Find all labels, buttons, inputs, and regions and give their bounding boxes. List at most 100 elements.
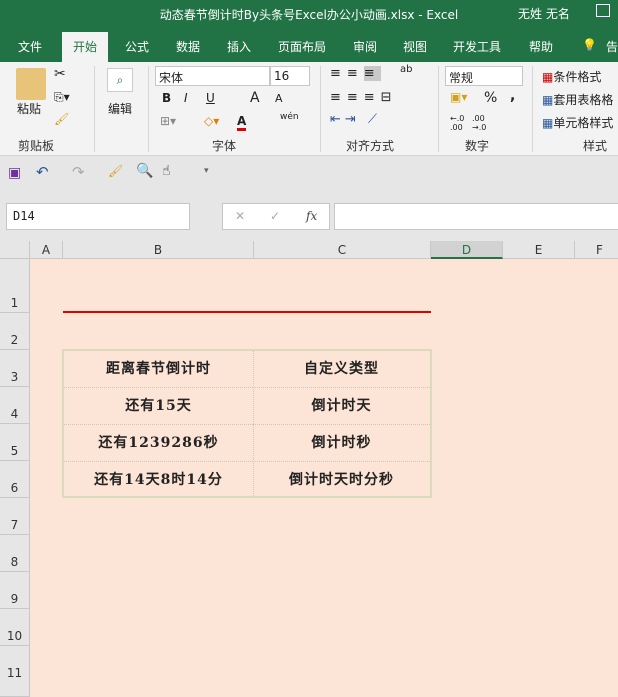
user-name[interactable]: 无姓 无名 (518, 5, 570, 22)
horizontal-align-icons[interactable]: ≡≡≡⊟ (330, 90, 398, 105)
redo-icon[interactable]: ↷ (72, 163, 85, 181)
phonetic-button[interactable]: wén (280, 112, 299, 122)
lightbulb-icon[interactable]: 💡 (582, 38, 597, 52)
tab-formulas[interactable]: 公式 (125, 38, 149, 55)
table-cell[interactable]: 距离春节倒计时 (64, 351, 253, 388)
format-as-table-label: 套用表格格 (553, 93, 614, 107)
select-all-button[interactable] (0, 241, 30, 259)
tab-home[interactable]: 开始 (62, 32, 109, 62)
column-header-f[interactable]: F (575, 241, 618, 259)
table-cell[interactable]: 还有1239286秒 (64, 425, 253, 462)
row-header-6[interactable]: 6 (0, 461, 30, 498)
editing-button[interactable]: 编辑 (108, 100, 132, 117)
table-cell[interactable]: 还有14天8时14分 (64, 462, 253, 498)
tab-page-layout[interactable]: 页面布局 (278, 38, 326, 55)
font-group-label: 字体 (212, 139, 237, 153)
number-group-label: 数字 (465, 139, 490, 153)
column-header-c[interactable]: C (254, 241, 431, 259)
customize-qat-icon[interactable]: ▾ (204, 166, 209, 176)
tab-tell-me[interactable]: 告 (606, 38, 618, 55)
bold-button[interactable]: B (162, 91, 171, 105)
red-underline (63, 311, 431, 313)
tab-developer[interactable]: 开发工具 (453, 38, 501, 55)
formula-input[interactable] (334, 203, 618, 230)
worksheet: A B C D E F 1 2 3 4 5 6 7 8 9 10 11 距离春节… (0, 241, 618, 697)
indent-icons[interactable]: ⇤⇥ ⟋ (330, 112, 381, 127)
comma-button[interactable]: , (510, 88, 515, 104)
fill-color-icon[interactable]: ◇▾ (204, 114, 219, 128)
format-painter-icon[interactable]: 🖌 (54, 112, 69, 126)
increase-decimal-button[interactable]: ←.0 .00 (450, 114, 468, 132)
font-name-select[interactable]: 宋体 (155, 66, 270, 86)
borders-icon[interactable]: ⊞▾ (160, 114, 176, 128)
decrease-decimal-button[interactable]: .00 →.0 (472, 114, 490, 132)
cell-styles-label: 单元格样式 (553, 116, 614, 130)
ribbon: 粘贴 ✂ ⎘▾ 🖌 剪贴板 ⌕ 编辑 宋体 16 B I U A A ⊞▾ ◇▾… (0, 62, 618, 156)
italic-button[interactable]: I (184, 91, 188, 105)
row-header-8[interactable]: 8 (0, 535, 30, 572)
table-cell[interactable]: 倒计时天时分秒 (253, 462, 430, 498)
column-header-d[interactable]: D (431, 241, 503, 259)
row-header-1[interactable]: 1 (0, 259, 30, 313)
conditional-format-label: 条件格式 (553, 70, 602, 84)
row-header-3[interactable]: 3 (0, 350, 30, 387)
column-header-a[interactable]: A (30, 241, 63, 259)
row-header-11[interactable]: 11 (0, 646, 30, 697)
formula-bar: D14 ✕ ✓ fx (0, 193, 618, 241)
accounting-icon[interactable]: ▣▾ (450, 90, 467, 104)
touch-mode-icon[interactable]: ☝ (162, 163, 171, 179)
percent-button[interactable]: % (484, 90, 497, 106)
format-as-table-button[interactable]: ▦套用表格格 (542, 91, 613, 108)
quick-access-toolbar: ▣ ↶ ↷ 🖌 🔍 ☝ ▾ (0, 157, 618, 193)
table-cell[interactable]: 还有15天 (64, 388, 253, 425)
cancel-button[interactable]: ✕ (235, 209, 245, 223)
font-color-button[interactable]: A (237, 114, 247, 131)
shrink-font-button[interactable]: A (275, 92, 283, 105)
tab-view[interactable]: 视图 (403, 38, 427, 55)
copy-icon[interactable]: ⎘▾ (54, 90, 70, 105)
paste-icon[interactable] (16, 68, 46, 100)
row-header-10[interactable]: 10 (0, 609, 30, 646)
name-box[interactable]: D14 (6, 203, 190, 230)
insert-function-button[interactable]: fx (306, 209, 317, 223)
formula-buttons: ✕ ✓ fx (222, 203, 330, 230)
row-header-2[interactable]: 2 (0, 313, 30, 350)
countdown-table: 距离春节倒计时 自定义类型 还有15天 倒计时天 还有1239286秒 倒计时秒… (62, 349, 432, 498)
title-bar: 动态春节倒计时By头条号Excel办公小动画.xlsx - Excel 无姓 无… (0, 0, 618, 28)
find-icon[interactable]: ⌕ (107, 68, 133, 92)
print-preview-icon[interactable]: 🔍 (136, 163, 153, 179)
ribbon-tabs: 文件 开始 公式 数据 插入 页面布局 审阅 视图 开发工具 帮助 💡 告 (0, 28, 618, 62)
alignment-group-label: 对齐方式 (346, 139, 395, 153)
cell-styles-button[interactable]: ▦单元格样式 (542, 114, 613, 131)
table-cell[interactable]: 倒计时秒 (253, 425, 430, 462)
number-format-select[interactable]: 常规 (445, 66, 523, 86)
row-header-5[interactable]: 5 (0, 424, 30, 461)
paste-button[interactable]: 粘贴 (17, 100, 41, 117)
tab-review[interactable]: 审阅 (353, 38, 377, 55)
grow-font-button[interactable]: A (250, 90, 260, 106)
format-painter-qat-icon[interactable]: 🖌 (108, 164, 123, 178)
save-icon[interactable]: ▣ (8, 165, 21, 181)
tab-insert[interactable]: 插入 (227, 38, 251, 55)
styles-group-label: 样式 (583, 139, 608, 153)
enter-button[interactable]: ✓ (270, 209, 280, 223)
ribbon-display-icon[interactable] (596, 4, 610, 17)
conditional-format-button[interactable]: ▦条件格式 (542, 68, 601, 85)
tab-help[interactable]: 帮助 (529, 38, 553, 55)
wrap-text-button[interactable]: ab (400, 64, 412, 75)
row-header-7[interactable]: 7 (0, 498, 30, 535)
underline-button[interactable]: U (206, 91, 215, 105)
font-size-select[interactable]: 16 (270, 66, 310, 86)
column-header-e[interactable]: E (503, 241, 575, 259)
table-cell[interactable]: 倒计时天 (253, 388, 430, 425)
column-header-b[interactable]: B (63, 241, 254, 259)
table-cell[interactable]: 自定义类型 (253, 351, 430, 388)
tab-data[interactable]: 数据 (176, 38, 200, 55)
row-header-9[interactable]: 9 (0, 572, 30, 609)
vertical-align-icons[interactable]: ≡≡≡ (330, 66, 381, 81)
undo-icon[interactable]: ↶ (36, 163, 49, 181)
cut-icon[interactable]: ✂ (54, 66, 66, 82)
tab-file[interactable]: 文件 (18, 38, 42, 55)
clipboard-group-label: 剪贴板 (18, 139, 55, 153)
row-header-4[interactable]: 4 (0, 387, 30, 424)
